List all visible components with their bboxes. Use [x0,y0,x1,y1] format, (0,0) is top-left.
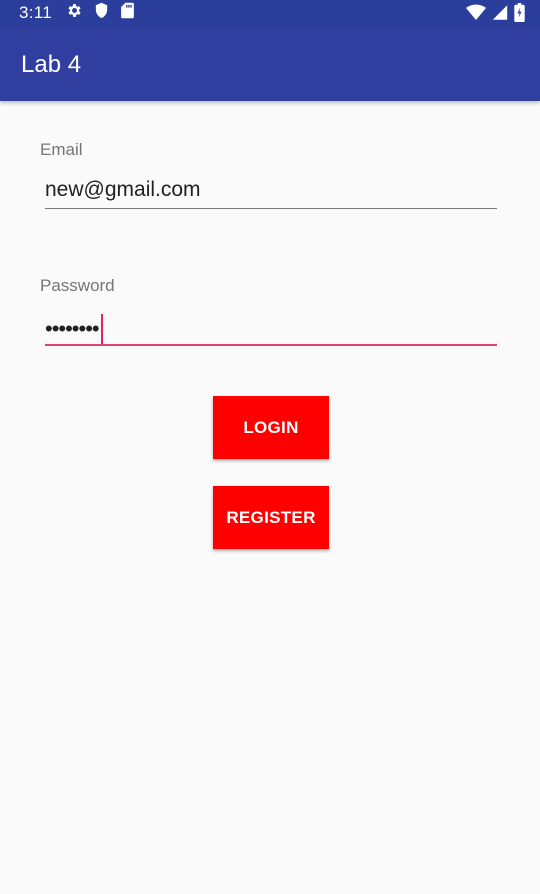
sd-card-icon [120,2,135,24]
status-time: 3:11 [19,2,53,22]
app-title: Lab 4 [21,51,82,78]
password-field[interactable]: •••••••• [45,314,103,344]
email-field[interactable]: new@gmail.com [45,178,201,202]
gear-icon [66,2,83,24]
password-underline [45,344,497,346]
app-bar: Lab 4 [0,25,540,101]
text-cursor [100,314,103,344]
register-button[interactable]: REGISTER [213,486,329,549]
password-value: •••••••• [45,316,100,341]
shield-icon [94,2,109,24]
password-label: Password [40,276,115,295]
email-underline [45,208,497,209]
email-label: Email [40,140,83,159]
battery-icon [514,3,525,27]
login-button[interactable]: LOGIN [213,396,329,459]
wifi-icon [466,4,486,26]
status-bar: 3:11 [0,0,540,25]
cellular-icon [492,4,508,26]
